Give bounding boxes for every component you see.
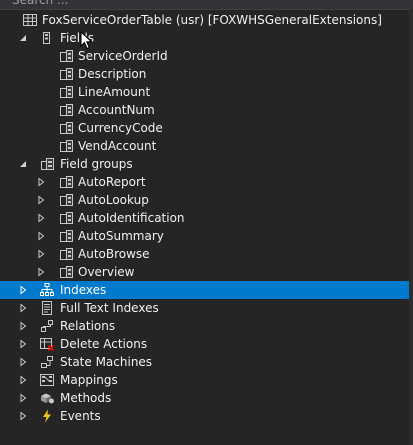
collapse-arrow-icon[interactable] [17, 32, 29, 44]
tree-node-full-text-indexes[interactable]: Full Text Indexes [0, 299, 409, 317]
tree-node-fields[interactable]: Fields [0, 29, 409, 47]
events-icon [39, 408, 55, 424]
field-icon [58, 120, 74, 136]
tree-node-delete-actions-label: Delete Actions [60, 337, 148, 351]
field-group-item[interactable]: AutoBrowse [0, 245, 409, 263]
expand-arrow-icon[interactable] [35, 194, 47, 206]
field-item-label: AccountNum [78, 103, 155, 117]
full-text-indexes-icon [39, 300, 55, 316]
field-item-label: LineAmount [78, 85, 151, 99]
expand-arrow-icon[interactable] [17, 356, 29, 368]
field-item[interactable]: AccountNum [0, 101, 409, 119]
tree-node-methods[interactable]: Methods [0, 389, 409, 407]
field-item[interactable]: Description [0, 65, 409, 83]
search-input[interactable] [12, 0, 392, 9]
tree-node-full-text-indexes-label: Full Text Indexes [60, 301, 159, 315]
field-item[interactable]: ServiceOrderId [0, 47, 409, 65]
tree-node-events-label: Events [60, 409, 101, 423]
field-group-item-label: AutoReport [78, 175, 146, 189]
field-item[interactable]: CurrencyCode [0, 119, 409, 137]
collapse-arrow-icon[interactable] [17, 158, 29, 170]
indexes-icon [39, 282, 55, 298]
field-icon [58, 48, 74, 64]
tree-node-state-machines[interactable]: State Machines [0, 353, 409, 371]
field-group-icon [58, 192, 74, 208]
field-group-item-label: AutoSummary [78, 229, 164, 243]
expand-arrow-icon[interactable] [35, 176, 47, 188]
field-icon [58, 138, 74, 154]
field-item-label: CurrencyCode [78, 121, 163, 135]
tree-node-delete-actions[interactable]: Delete Actions [0, 335, 409, 353]
field-group-item[interactable]: AutoIdentification [0, 209, 409, 227]
search-bar[interactable] [0, 0, 413, 10]
methods-icon [39, 390, 55, 406]
expand-arrow-icon[interactable] [17, 410, 29, 422]
table-icon [22, 12, 38, 28]
field-group-icon [58, 246, 74, 262]
expand-arrow-icon[interactable] [35, 212, 47, 224]
field-group-icon [58, 210, 74, 226]
expand-arrow-icon[interactable] [17, 392, 29, 404]
tree-node-indexes-label: Indexes [60, 283, 107, 297]
tree-node-relations[interactable]: Relations [0, 317, 409, 335]
expand-arrow-icon[interactable] [17, 302, 29, 314]
vertical-scrollbar[interactable] [409, 9, 413, 445]
mouse-cursor-icon [80, 30, 94, 51]
tree-root[interactable]: FoxServiceOrderTable (usr) [FOXWHSGenera… [0, 11, 409, 29]
field-item[interactable]: VendAccount [0, 137, 409, 155]
field-group-icon [58, 264, 74, 280]
field-item-label: VendAccount [78, 139, 157, 153]
field-group-item[interactable]: AutoLookup [0, 191, 409, 209]
tree-node-state-machines-label: State Machines [60, 355, 153, 369]
field-item[interactable]: LineAmount [0, 83, 409, 101]
tree-node-field-groups[interactable]: Field groups [0, 155, 409, 173]
delete-actions-icon [39, 336, 55, 352]
field-group-item-label: AutoBrowse [78, 247, 150, 261]
expand-arrow-icon[interactable] [17, 374, 29, 386]
fields-folder-icon [39, 30, 55, 46]
tree-node-events[interactable]: Events [0, 407, 409, 425]
tree-node-methods-label: Methods [60, 391, 112, 405]
expand-arrow-icon[interactable] [17, 338, 29, 350]
mappings-icon [39, 372, 55, 388]
expand-arrow-icon[interactable] [35, 230, 47, 242]
expand-arrow-icon[interactable] [35, 248, 47, 260]
field-group-icon [58, 174, 74, 190]
tree-root-label: FoxServiceOrderTable (usr) [FOXWHSGenera… [42, 13, 382, 27]
field-group-item[interactable]: AutoSummary [0, 227, 409, 245]
tree-node-indexes[interactable]: Indexes [0, 281, 409, 299]
field-group-item-label: AutoIdentification [78, 211, 185, 225]
field-icon [58, 84, 74, 100]
field-group-icon [58, 228, 74, 244]
field-groups-icon [39, 156, 55, 172]
field-group-item-label: AutoLookup [78, 193, 149, 207]
field-group-item-label: Overview [78, 265, 135, 279]
field-group-item[interactable]: AutoReport [0, 173, 409, 191]
field-item-label: Description [78, 67, 147, 81]
tree-node-field-groups-label: Field groups [60, 157, 133, 171]
tree-node-mappings-label: Mappings [60, 373, 118, 387]
relations-icon [39, 318, 55, 334]
field-group-item[interactable]: Overview [0, 263, 409, 281]
tree-node-relations-label: Relations [60, 319, 116, 333]
expand-arrow-icon[interactable] [17, 320, 29, 332]
expand-arrow-icon[interactable] [35, 266, 47, 278]
field-icon [58, 102, 74, 118]
field-icon [58, 66, 74, 82]
state-machines-icon [39, 354, 55, 370]
expand-arrow-icon[interactable] [17, 284, 29, 296]
tree-node-mappings[interactable]: Mappings [0, 371, 409, 389]
